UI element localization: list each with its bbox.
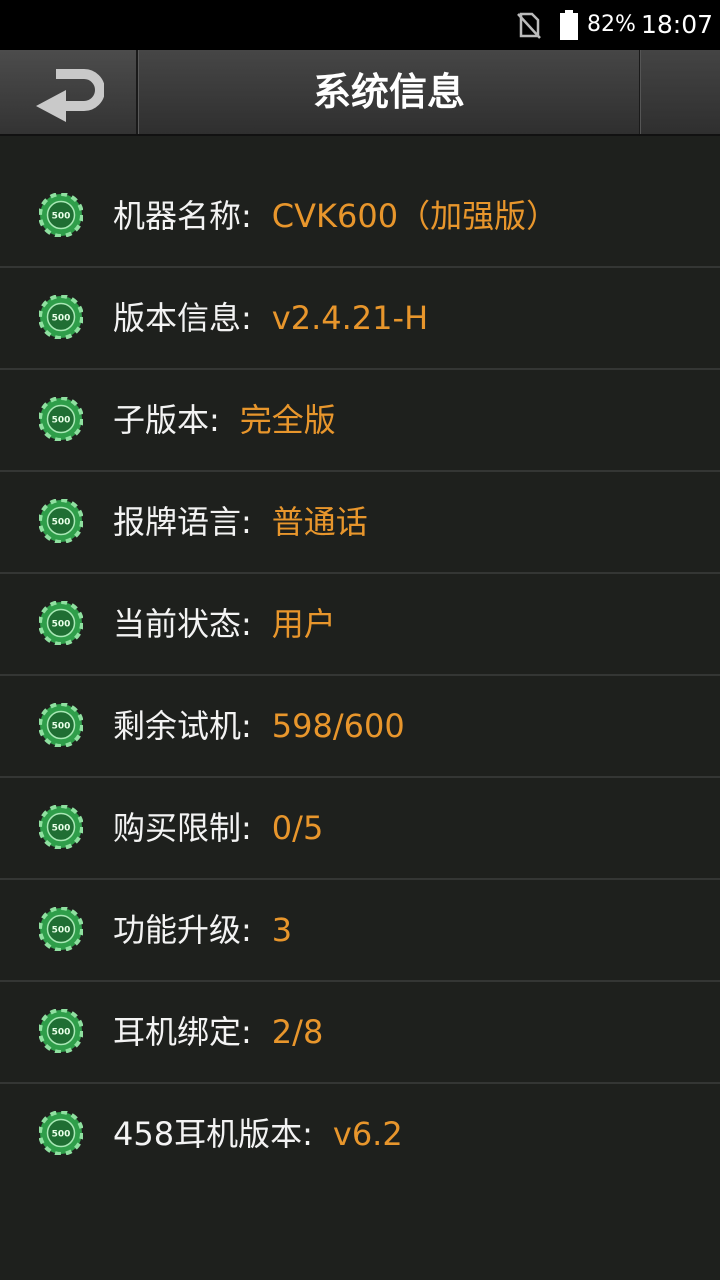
info-label: 报牌语言: <box>113 503 252 541</box>
info-value: 用户 <box>271 605 336 643</box>
info-label: 购买限制: <box>113 809 252 847</box>
info-row-text: 功能升级: 3 <box>113 880 292 980</box>
info-value: 2/8 <box>271 1013 324 1051</box>
info-row: 500 报牌语言: 普通话 <box>0 472 720 574</box>
svg-text:500: 500 <box>52 620 71 630</box>
info-value: 598/600 <box>271 707 405 745</box>
svg-text:500: 500 <box>52 416 71 426</box>
title-panel: 系统信息 <box>138 50 641 134</box>
info-row-text: 版本信息: v2.4.21-H <box>113 268 428 368</box>
svg-text:500: 500 <box>52 824 71 834</box>
back-button[interactable] <box>0 50 138 134</box>
info-label: 耳机绑定: <box>113 1013 252 1051</box>
info-label: 功能升级: <box>113 911 252 949</box>
poker-chip-icon: 500 <box>39 1111 83 1155</box>
battery-percentage: 82% <box>587 12 636 37</box>
poker-chip-icon: 500 <box>39 397 83 441</box>
battery-icon <box>560 10 578 40</box>
header-right-panel <box>640 50 720 134</box>
poker-chip-icon: 500 <box>39 601 83 645</box>
status-bar: 82% 18:07 <box>0 0 720 50</box>
info-value: 0/5 <box>271 809 324 847</box>
info-row: 500 功能升级: 3 <box>0 880 720 982</box>
info-row-text: 机器名称: CVK600（加强版） <box>113 166 558 266</box>
page-title: 系统信息 <box>312 70 465 114</box>
svg-text:500: 500 <box>52 212 71 222</box>
info-value: 普通话 <box>271 503 368 541</box>
svg-text:500: 500 <box>52 314 71 324</box>
info-row: 500 机器名称: CVK600（加强版） <box>0 166 720 268</box>
info-row: 500 子版本: 完全版 <box>0 370 720 472</box>
info-row-text: 剩余试机: 598/600 <box>113 676 405 776</box>
svg-text:500: 500 <box>52 1130 71 1140</box>
info-row-text: 报牌语言: 普通话 <box>113 472 368 572</box>
info-row-text: 当前状态: 用户 <box>113 574 336 674</box>
svg-text:500: 500 <box>52 1028 71 1038</box>
info-row: 500 购买限制: 0/5 <box>0 778 720 880</box>
poker-chip-icon: 500 <box>39 295 83 339</box>
poker-chip-icon: 500 <box>39 703 83 747</box>
info-value: CVK600（加强版） <box>271 197 559 235</box>
poker-chip-icon: 500 <box>39 805 83 849</box>
info-value: v2.4.21-H <box>271 299 429 337</box>
poker-chip-icon: 500 <box>39 499 83 543</box>
info-label: 机器名称: <box>113 197 252 235</box>
info-row-text: 购买限制: 0/5 <box>113 778 323 878</box>
svg-text:500: 500 <box>52 926 71 936</box>
info-value: v6.2 <box>332 1115 403 1153</box>
info-value: 3 <box>271 911 293 949</box>
info-row-text: 耳机绑定: 2/8 <box>113 982 323 1082</box>
info-row-text: 子版本: 完全版 <box>113 370 336 470</box>
info-row-text: 458耳机版本: v6.2 <box>113 1084 403 1184</box>
svg-text:500: 500 <box>52 518 71 528</box>
info-label: 458耳机版本: <box>113 1115 313 1153</box>
info-row: 500 耳机绑定: 2/8 <box>0 982 720 1084</box>
poker-chip-icon: 500 <box>39 193 83 237</box>
clock-time: 18:07 <box>641 10 714 39</box>
system-info-list: 500 机器名称: CVK600（加强版） 500 版本信息: v2.4.21-H … <box>0 166 720 1184</box>
info-label: 剩余试机: <box>113 707 252 745</box>
info-value: 完全版 <box>239 401 336 439</box>
info-label: 版本信息: <box>113 299 252 337</box>
info-row: 500 458耳机版本: v6.2 <box>0 1084 720 1184</box>
info-row: 500 剩余试机: 598/600 <box>0 676 720 778</box>
info-row: 500 当前状态: 用户 <box>0 574 720 676</box>
poker-chip-icon: 500 <box>39 907 83 951</box>
info-label: 当前状态: <box>113 605 252 643</box>
svg-text:500: 500 <box>52 722 71 732</box>
poker-chip-icon: 500 <box>39 1009 83 1053</box>
info-label: 子版本: <box>113 401 220 439</box>
app-header: 系统信息 <box>0 50 720 136</box>
return-arrow-icon <box>36 69 104 122</box>
no-sim-icon <box>517 12 541 39</box>
info-row: 500 版本信息: v2.4.21-H <box>0 268 720 370</box>
